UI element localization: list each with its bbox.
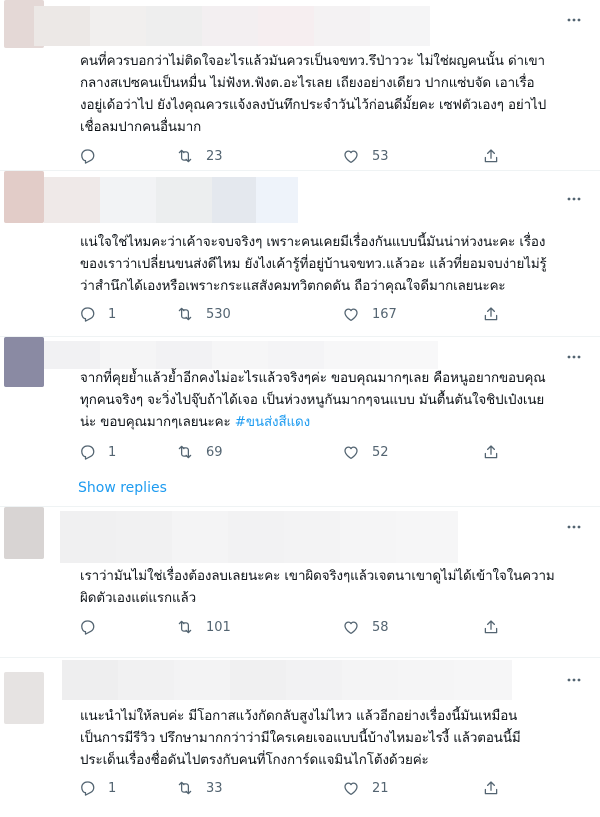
retweet-icon [178,781,192,795]
retweet-count: 101 [206,619,231,635]
tweet-text-content: เราว่ามันไม่ใช่เรื่องต้องลบเลยนะคะ เขาผิ… [80,569,555,606]
like-count: 58 [372,619,389,635]
reply-count: 1 [108,780,117,796]
like-icon [344,308,358,322]
reply-icon [81,781,95,796]
more-options-button[interactable] [566,191,582,207]
reply-icon [81,149,95,164]
retweet-button[interactable]: 101 [176,617,231,637]
reply-count: 1 [108,306,117,322]
author-name-redacted[interactable] [60,511,458,563]
tweet-text: แน่ใจใช่ไหมคะว่าเค้าจะจบจริงๆ เพราะคนเคย… [80,232,580,298]
like-button[interactable]: 21 [342,778,389,798]
like-count: 53 [372,148,389,164]
tweet-text-content: แนะนำไม่ให้ลบค่ะ มีโอกาสแว้งกัดกลับสูงไม… [80,709,521,768]
retweet-icon [178,445,192,459]
like-button[interactable]: 58 [342,617,389,637]
avatar[interactable] [4,507,44,559]
share-icon [484,781,498,795]
like-count: 21 [372,780,389,796]
tweet-text: แนะนำไม่ให้ลบค่ะ มีโอกาสแว้งกัดกลับสูงไม… [80,706,580,772]
retweet-button[interactable]: 530 [176,304,231,324]
tweet-actions: 1 530 167 [78,304,518,324]
retweet-button[interactable]: 69 [176,442,223,462]
hashtag-link[interactable]: #ขนส่งสีแดง [235,415,310,430]
share-icon [484,445,498,459]
retweet-count: 530 [206,306,231,322]
author-name-redacted[interactable] [44,177,298,223]
reply-icon [81,620,95,635]
more-icon [567,355,581,359]
author-name-redacted[interactable] [62,660,512,700]
share-icon [484,620,498,634]
share-icon [484,307,498,321]
share-button[interactable] [482,304,500,324]
like-icon [344,150,358,164]
author-name-redacted[interactable] [34,6,430,46]
retweet-count: 23 [206,148,223,164]
more-options-button[interactable] [566,349,582,365]
more-options-button[interactable] [566,672,582,688]
like-button[interactable]: 53 [342,146,389,166]
author-name-redacted[interactable] [44,341,438,369]
reply-count: 1 [108,444,117,460]
show-replies-link[interactable]: Show replies [78,480,167,496]
share-icon [484,149,498,163]
reply-tweet[interactable]: แนะนำไม่ให้ลบค่ะ มีโอกาสแว้งกัดกลับสูงไม… [0,658,600,817]
avatar[interactable] [4,337,44,387]
reply-tweet[interactable]: เราว่ามันไม่ใช่เรื่องต้องลบเลยนะคะ เขาผิ… [0,507,600,657]
more-icon [567,197,581,201]
retweet-button[interactable]: 23 [176,146,223,166]
share-button[interactable] [482,617,500,637]
retweet-button[interactable]: 33 [176,778,223,798]
more-icon [567,678,581,682]
avatar[interactable] [4,672,44,724]
tweet-text-content: คนที่ควรบอกว่าไม่ติดใจอะไรแล้วมันควรเป็น… [80,54,547,135]
tweet-text-content: จากที่คุยย้ำแล้วย้ำอีกคงไม่อะไรแล้วจริงๆ… [80,371,546,430]
share-button[interactable] [482,442,500,462]
reply-button[interactable] [78,146,108,166]
tweet-actions: 1 33 21 [78,778,518,798]
share-button[interactable] [482,146,500,166]
reply-button[interactable] [78,617,108,637]
retweet-icon [178,149,192,163]
reply-button[interactable]: 1 [78,442,116,462]
more-icon [567,525,581,529]
reply-button[interactable]: 1 [78,304,116,324]
reply-icon [81,445,95,460]
retweet-icon [178,620,192,634]
more-icon [567,18,581,22]
reply-button[interactable]: 1 [78,778,116,798]
like-icon [344,446,358,460]
like-count: 52 [372,444,389,460]
retweet-count: 69 [206,444,223,460]
tweet-text: เราว่ามันไม่ใช่เรื่องต้องลบเลยนะคะ เขาผิ… [80,566,580,610]
tweet-actions: 101 58 [78,617,518,637]
like-button[interactable]: 52 [342,442,389,462]
tweet-text: คนที่ควรบอกว่าไม่ติดใจอะไรแล้วมันควรเป็น… [80,51,580,139]
like-button[interactable]: 167 [342,304,397,324]
tweet-text: จากที่คุยย้ำแล้วย้ำอีกคงไม่อะไรแล้วจริงๆ… [80,368,580,434]
like-icon [344,621,358,635]
retweet-count: 33 [206,780,223,796]
tweet-actions: 23 53 [78,146,518,166]
tweet-actions: 1 69 52 [78,442,518,462]
reply-tweet[interactable]: คนที่ควรบอกว่าไม่ติดใจอะไรแล้วมันควรเป็น… [0,0,600,170]
reply-tweet[interactable]: แน่ใจใช่ไหมคะว่าเค้าจะจบจริงๆ เพราะคนเคย… [0,171,600,336]
avatar[interactable] [4,171,44,223]
retweet-icon [178,307,192,321]
more-options-button[interactable] [566,519,582,535]
like-icon [344,782,358,796]
like-count: 167 [372,306,397,322]
more-options-button[interactable] [566,12,582,28]
tweet-text-content: แน่ใจใช่ไหมคะว่าเค้าจะจบจริงๆ เพราะคนเคย… [80,235,547,294]
reply-icon [81,307,95,322]
share-button[interactable] [482,778,500,798]
